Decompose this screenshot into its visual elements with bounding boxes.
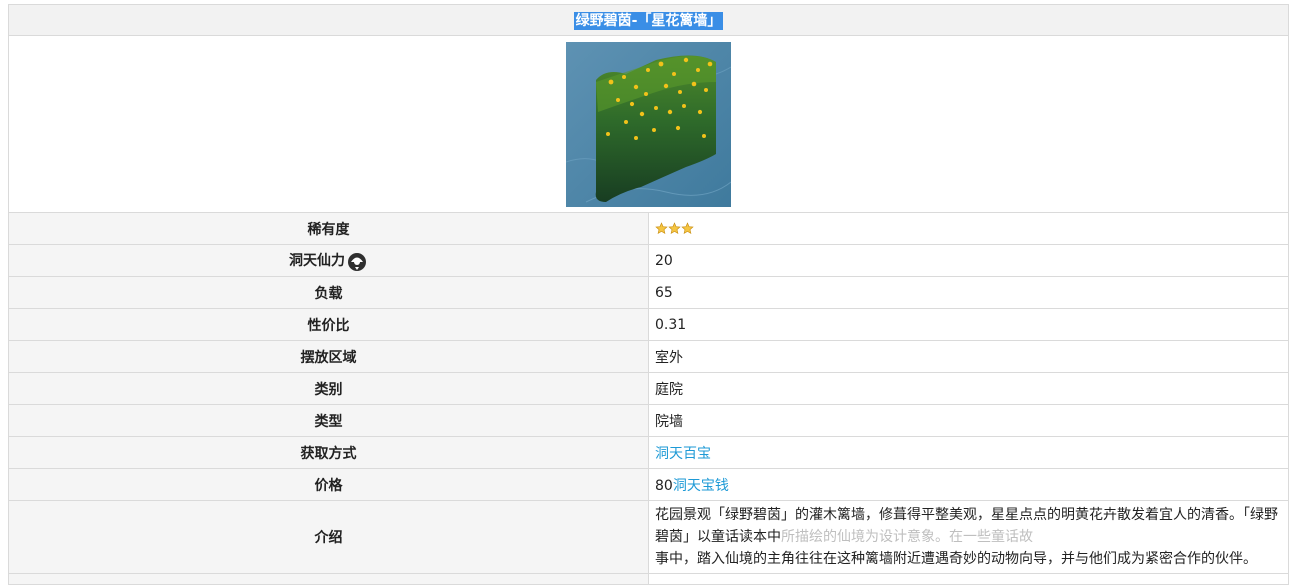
intro-text-c: 事中，踏入仙境的主角往往在这种篱墙附近遭遇奇妙的动物向导，并与他们成为紧密合作的… bbox=[655, 551, 1257, 567]
load-label: 负载 bbox=[8, 276, 649, 309]
price-row: 价格 80洞天宝钱 bbox=[8, 468, 1289, 501]
trailing-value bbox=[648, 573, 1289, 585]
item-title: 绿野碧茵-「星花篱墙」 bbox=[573, 12, 724, 30]
ratio-value: 0.31 bbox=[648, 308, 1289, 341]
image-row bbox=[8, 35, 1289, 213]
image-cell bbox=[8, 35, 1289, 213]
adeptal-label-cell: 洞天仙力 bbox=[8, 244, 649, 277]
category-row: 类别 庭院 bbox=[8, 372, 1289, 405]
price-value: 80洞天宝钱 bbox=[648, 468, 1289, 501]
item-info-table: 绿野碧茵-「星花篱墙」 稀有度 洞天仙力 20 负载 65 性价比 0.31 摆… bbox=[8, 4, 1289, 585]
intro-text-b: 所描绘的仙境为设计意象。在一些童话故 bbox=[781, 529, 1033, 545]
type-row: 类型 院墙 bbox=[8, 404, 1289, 437]
star-icon bbox=[681, 222, 694, 235]
title-row: 绿野碧茵-「星花篱墙」 bbox=[8, 4, 1289, 36]
intro-value: 花园景观「绿野碧茵」的灌木篱墙，修葺得平整美观，星星点点的明黄花卉散发着宜人的清… bbox=[648, 500, 1289, 574]
adeptal-value: 20 bbox=[648, 244, 1289, 277]
area-label: 摆放区域 bbox=[8, 340, 649, 373]
load-row: 负载 65 bbox=[8, 276, 1289, 309]
price-amount: 80 bbox=[655, 477, 673, 494]
adeptal-energy-icon bbox=[348, 252, 366, 271]
title-cell: 绿野碧茵-「星花篱墙」 bbox=[8, 4, 1289, 36]
rarity-label: 稀有度 bbox=[8, 212, 649, 245]
area-row: 摆放区域 室外 bbox=[8, 340, 1289, 373]
rarity-stars bbox=[655, 222, 694, 235]
category-value: 庭院 bbox=[648, 372, 1289, 405]
price-label: 价格 bbox=[8, 468, 649, 501]
star-icon bbox=[655, 222, 668, 235]
star-icon bbox=[668, 222, 681, 235]
type-value: 院墙 bbox=[648, 404, 1289, 437]
trailing-label bbox=[8, 573, 649, 585]
source-row: 获取方式 洞天百宝 bbox=[8, 436, 1289, 469]
source-value: 洞天百宝 bbox=[648, 436, 1289, 469]
currency-link[interactable]: 洞天宝钱 bbox=[673, 478, 729, 494]
hedge-wall-image[interactable] bbox=[566, 41, 731, 207]
source-label: 获取方式 bbox=[8, 436, 649, 469]
ratio-label: 性价比 bbox=[8, 308, 649, 341]
item-info-panel: 绿野碧茵-「星花篱墙」 稀有度 洞天仙力 20 负载 65 性价比 0.31 摆… bbox=[8, 4, 1289, 585]
type-label: 类型 bbox=[8, 404, 649, 437]
area-value: 室外 bbox=[648, 340, 1289, 373]
load-value: 65 bbox=[648, 276, 1289, 309]
intro-label: 介绍 bbox=[8, 500, 649, 574]
adeptal-row: 洞天仙力 20 bbox=[8, 244, 1289, 277]
ratio-row: 性价比 0.31 bbox=[8, 308, 1289, 341]
trailing-row bbox=[8, 573, 1289, 585]
adeptal-label: 洞天仙力 bbox=[289, 252, 345, 269]
rarity-value bbox=[648, 212, 1289, 245]
intro-row: 介绍 花园景观「绿野碧茵」的灌木篱墙，修葺得平整美观，星星点点的明黄花卉散发着宜… bbox=[8, 500, 1289, 574]
rarity-row: 稀有度 bbox=[8, 212, 1289, 245]
category-label: 类别 bbox=[8, 372, 649, 405]
source-link[interactable]: 洞天百宝 bbox=[655, 446, 711, 462]
